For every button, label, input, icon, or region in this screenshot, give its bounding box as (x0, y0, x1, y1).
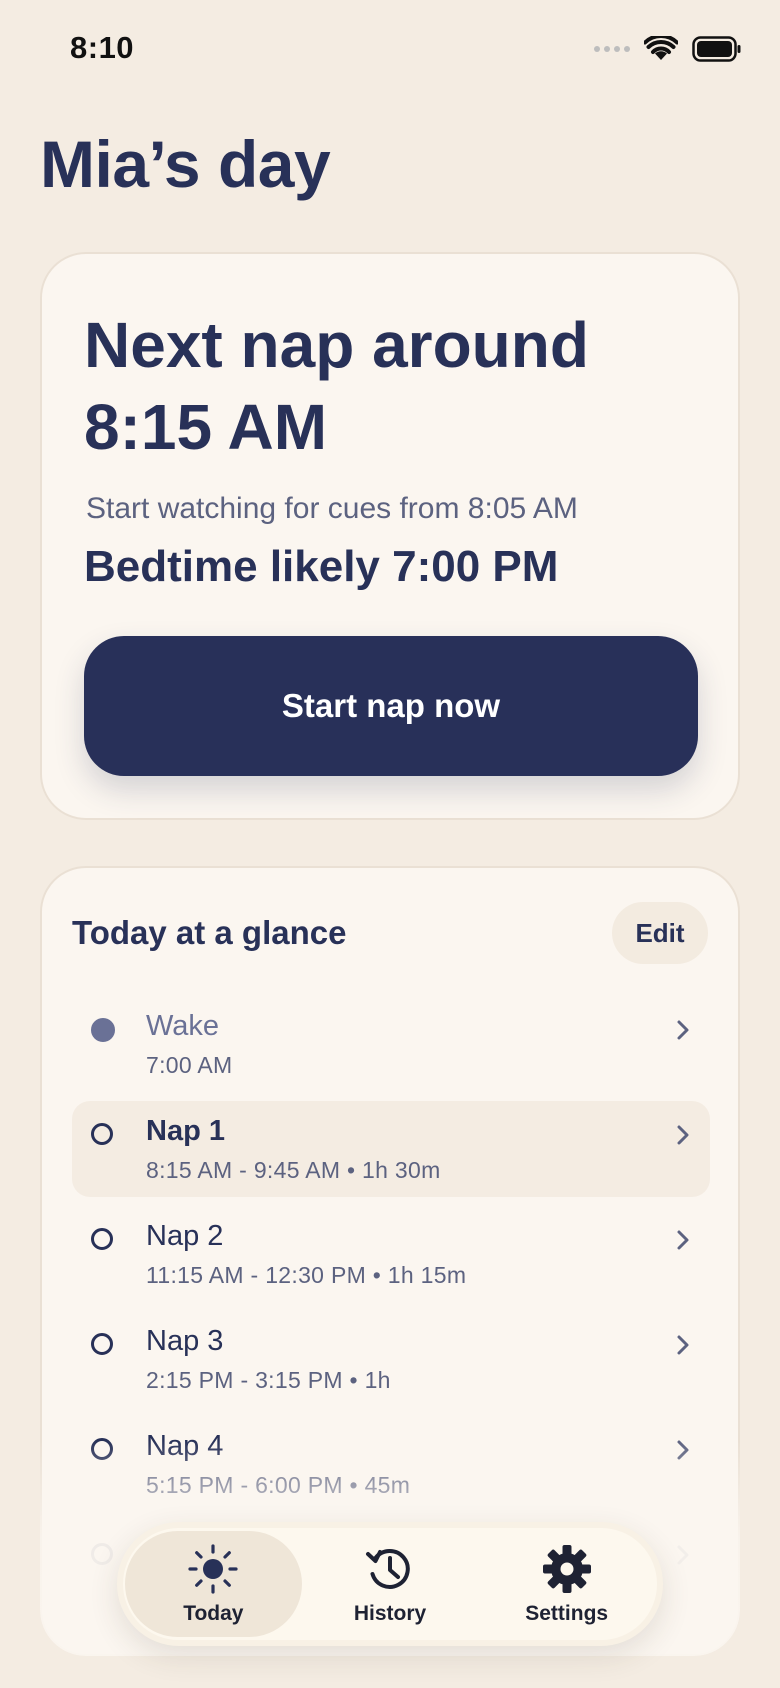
schedule-row-times: 8:15 AM - 9:45 AM • 1h 30m (146, 1157, 441, 1183)
schedule-row-label: Nap 2 (146, 1220, 224, 1252)
upcoming-circle-icon (91, 1438, 113, 1460)
schedule-row-nap-3[interactable]: Nap 3 2:15 PM - 3:15 PM • 1h (72, 1311, 710, 1407)
tab-today[interactable]: Today (125, 1531, 302, 1637)
bedtime-text: Bedtime likely 7:00 PM (84, 542, 559, 591)
upcoming-circle-icon (91, 1543, 113, 1565)
upcoming-circle-icon (91, 1333, 113, 1355)
chevron-right-icon (677, 1020, 689, 1040)
next-nap-card: Next nap around 8:15 AM Start watching f… (40, 252, 740, 820)
wifi-icon (644, 36, 678, 60)
cellular-signal-icon (594, 46, 630, 52)
schedule-row-label: Nap 1 (146, 1115, 225, 1147)
schedule-row-label: Nap 4 (146, 1430, 224, 1462)
schedule-row-label: Nap 3 (146, 1325, 224, 1357)
chevron-right-icon (677, 1125, 689, 1145)
schedule-row-times: 11:15 AM - 12:30 PM • 1h 15m (146, 1262, 467, 1288)
battery-icon (692, 36, 741, 62)
upcoming-circle-icon (91, 1123, 113, 1145)
schedule-row-nap-1[interactable]: Nap 1 8:15 AM - 9:45 AM • 1h 30m (72, 1101, 710, 1197)
cue-window-text: Start watching for cues from 8:05 AM (86, 492, 578, 525)
status-time: 8:10 (70, 30, 135, 65)
status-bar: 8:10 (0, 0, 780, 100)
schedule-row-label: Wake (146, 1010, 220, 1042)
tab-bar: Today History Settings (117, 1522, 663, 1646)
chevron-right-icon (677, 1440, 689, 1460)
start-nap-button[interactable]: Start nap now (84, 636, 698, 776)
tab-label: History (353, 1602, 427, 1625)
schedule-row-nap-4[interactable]: Nap 4 5:15 PM - 6:00 PM • 45m (72, 1416, 710, 1512)
completed-dot-icon (91, 1018, 115, 1042)
glance-title: Today at a glance (72, 914, 347, 951)
tab-label: Today (183, 1602, 244, 1625)
gear-icon (542, 1545, 591, 1593)
chevron-right-icon (677, 1335, 689, 1355)
schedule-row-times: 2:15 PM - 3:15 PM • 1h (146, 1367, 391, 1393)
page-title: Mia’s day (40, 127, 331, 201)
chevron-right-icon (677, 1230, 689, 1250)
chevron-right-icon (677, 1545, 689, 1565)
schedule-row-wake[interactable]: Wake 7:00 AM (72, 996, 710, 1092)
history-icon (366, 1548, 410, 1589)
tab-history[interactable]: History (302, 1531, 479, 1637)
schedule-row-times: 7:00 AM (146, 1052, 233, 1078)
schedule-row-times: 5:15 PM - 6:00 PM • 45m (146, 1472, 411, 1498)
sun-icon (188, 1544, 238, 1594)
status-icons (594, 36, 742, 62)
tab-settings[interactable]: Settings (478, 1531, 655, 1637)
edit-button[interactable]: Edit (612, 902, 708, 964)
tab-label: Settings (525, 1602, 609, 1625)
next-nap-title: Next nap around 8:15 AM (84, 309, 589, 463)
schedule-row-nap-2[interactable]: Nap 2 11:15 AM - 12:30 PM • 1h 15m (72, 1206, 710, 1302)
upcoming-circle-icon (91, 1228, 113, 1250)
